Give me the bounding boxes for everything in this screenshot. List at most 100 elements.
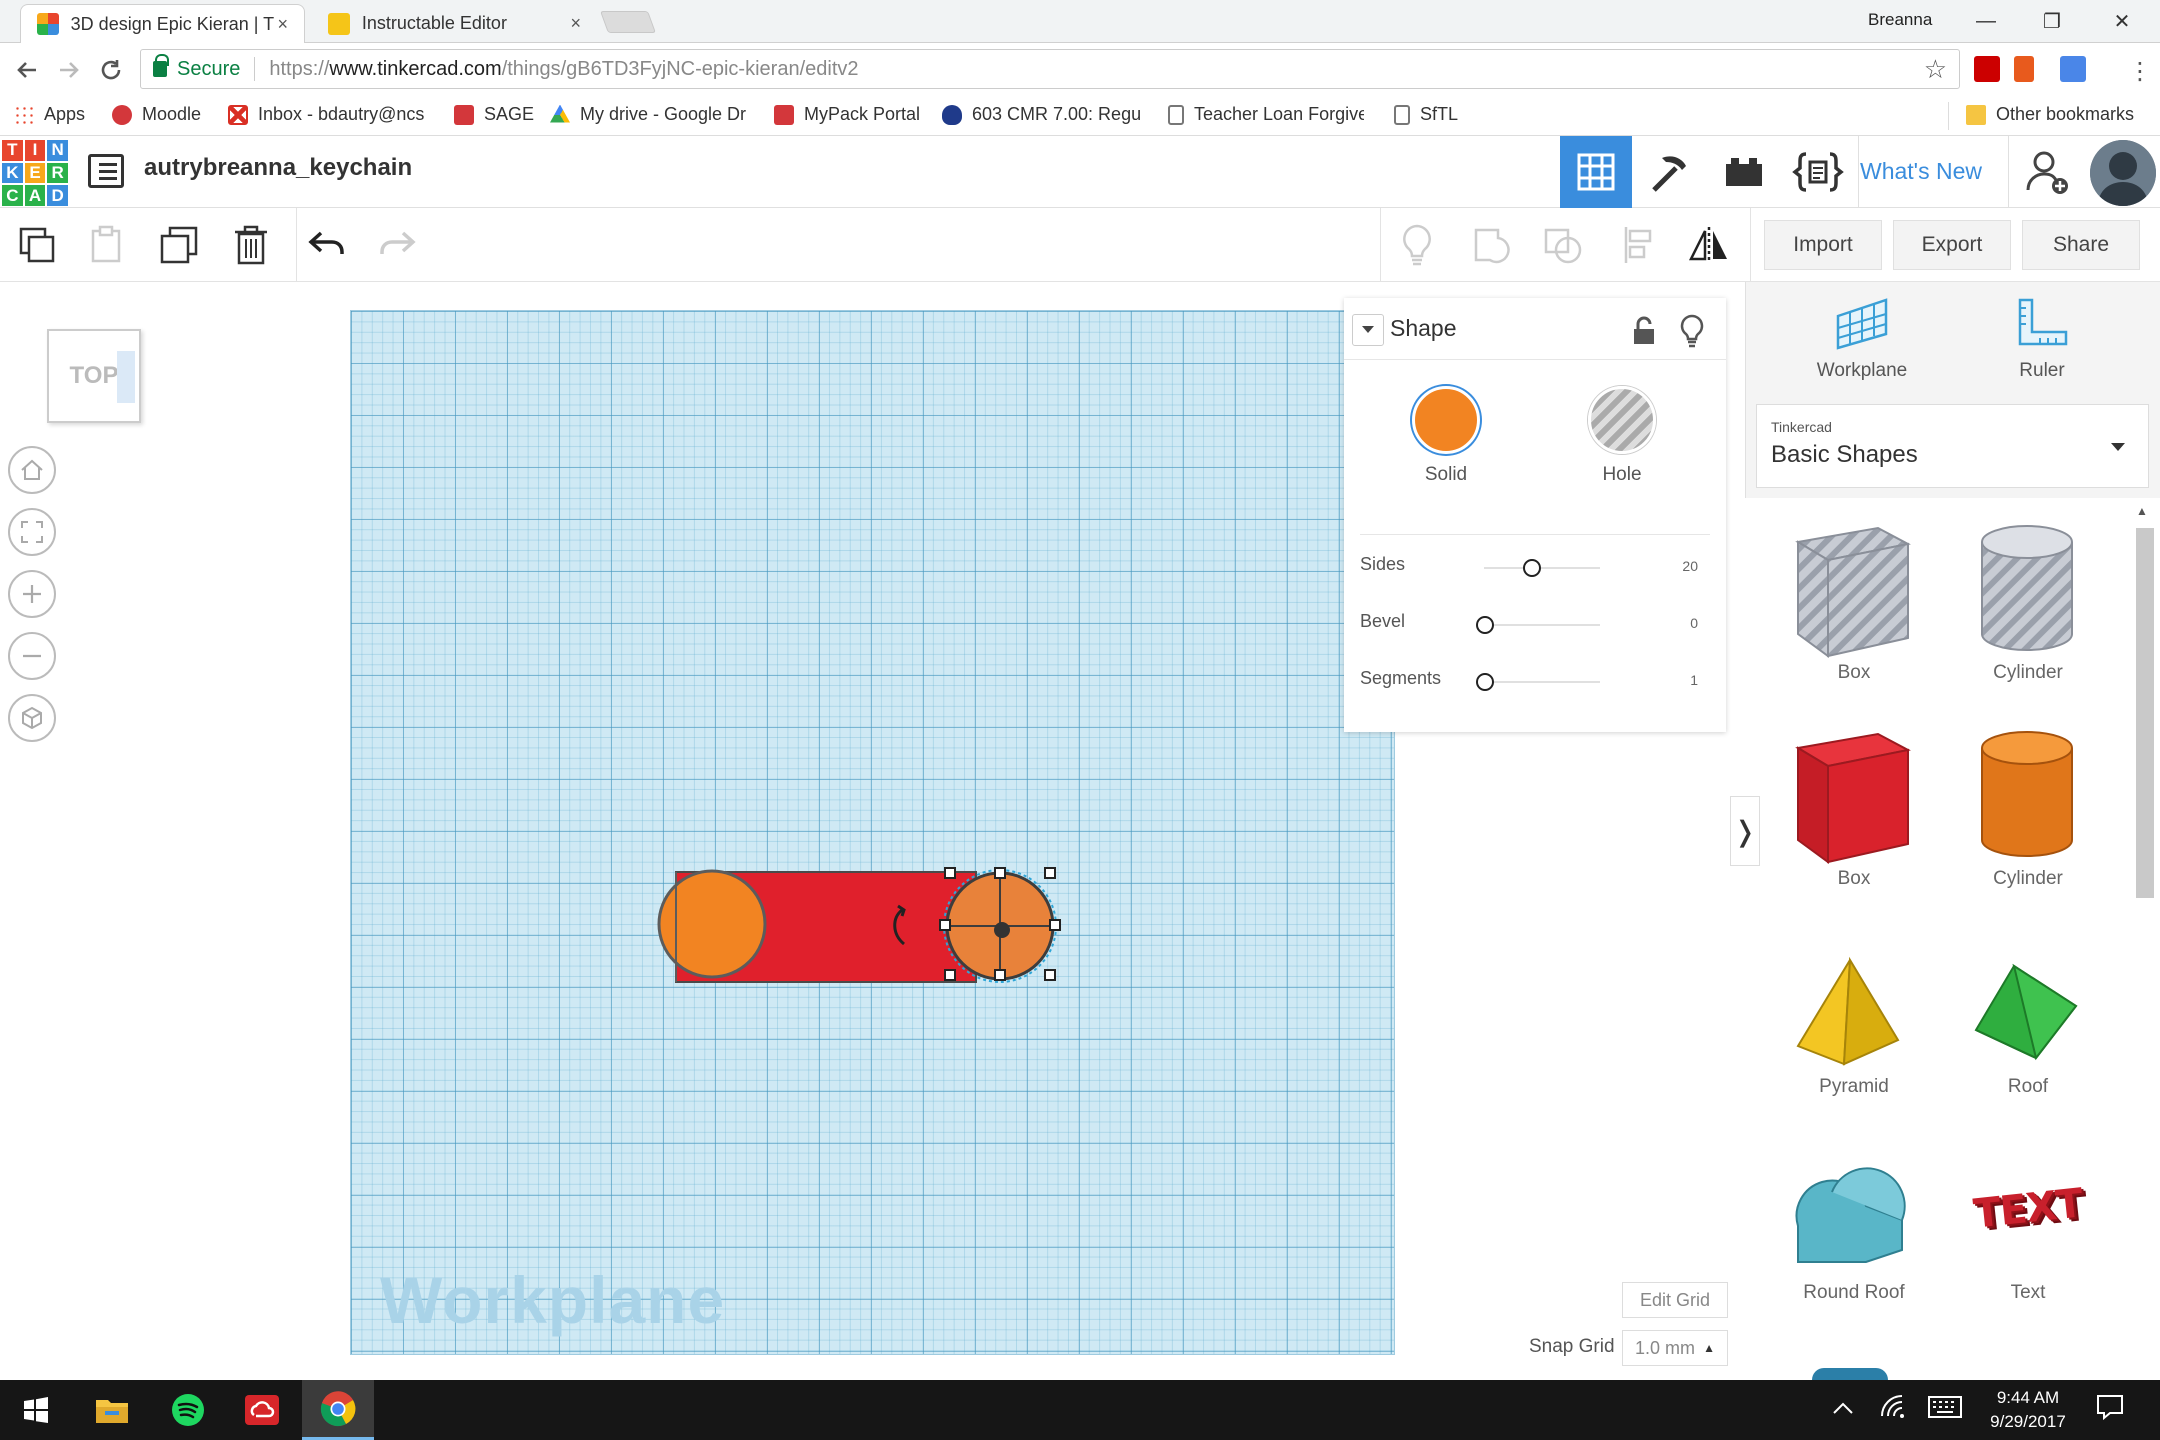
tinkercad-logo[interactable]: TIN KER CAD <box>2 140 68 206</box>
ungroup-button[interactable] <box>1538 220 1588 270</box>
bookmark-google-drive[interactable]: My drive - Google Dr <box>550 104 748 125</box>
design-shapes[interactable] <box>640 850 1080 1010</box>
network-button[interactable] <box>1880 1394 1906 1424</box>
other-bookmarks[interactable]: Other bookmarks <box>1966 104 2134 125</box>
param-slider-track[interactable] <box>1484 624 1600 626</box>
solid-option[interactable] <box>1412 386 1480 454</box>
redo-button[interactable] <box>372 220 422 270</box>
collapse-panel-button[interactable]: ❭ <box>1730 796 1760 866</box>
copy-button[interactable] <box>12 220 62 270</box>
forward-button[interactable] <box>52 53 86 87</box>
snap-grid-select[interactable]: 1.0 mm ▲ <box>1622 1330 1728 1366</box>
bookmark-sftl[interactable]: SfTL <box>1394 104 1458 125</box>
tab-close-icon[interactable]: × <box>277 14 288 35</box>
shape-tile-text[interactable]: TEXT <box>1969 1168 2088 1249</box>
shape-tile-box[interactable] <box>1784 726 1918 871</box>
minimize-button[interactable]: — <box>1958 6 2014 36</box>
avatar[interactable] <box>2090 140 2156 206</box>
shape-library-select[interactable]: Tinkercad Basic Shapes <box>1756 404 2149 488</box>
param-slider-track[interactable] <box>1484 567 1600 569</box>
tab-instructable-editor[interactable]: Instructable Editor × <box>312 4 597 43</box>
spotify-button[interactable] <box>152 1380 224 1440</box>
lock-shape-button[interactable] <box>1632 316 1656 351</box>
hole-option[interactable] <box>1588 386 1656 454</box>
new-tab-button[interactable] <box>599 11 657 33</box>
share-button[interactable]: Share <box>2022 220 2140 270</box>
align-button[interactable] <box>1614 220 1664 270</box>
left-cylinder-shape[interactable] <box>657 869 767 979</box>
chrome-profile-name[interactable]: Breanna <box>1868 10 1932 30</box>
workplane-grid[interactable] <box>350 310 1395 1355</box>
export-button[interactable]: Export <box>1893 220 2011 270</box>
touch-keyboard-button[interactable] <box>1928 1396 1962 1424</box>
param-value[interactable]: 1 <box>1658 672 1698 688</box>
param-slider-knob[interactable] <box>1476 673 1494 691</box>
home-view-button[interactable] <box>8 446 56 494</box>
workplane-tool-button[interactable] <box>1834 296 1890 357</box>
bookmark-603-cmr[interactable]: 603 CMR 7.00: Regula <box>942 104 1142 125</box>
duplicate-button[interactable] <box>154 220 204 270</box>
show-hidden-icons-button[interactable] <box>1832 1398 1854 1421</box>
param-slider-knob[interactable] <box>1523 559 1542 577</box>
shape-tile-round-roof[interactable] <box>1794 1166 1906 1271</box>
file-explorer-button[interactable] <box>76 1380 148 1440</box>
office-extension-icon[interactable] <box>2014 56 2034 82</box>
add-user-button[interactable] <box>2012 136 2084 208</box>
shape-tile-cylinder[interactable] <box>1972 726 2082 871</box>
codeblocks-view-button[interactable] <box>1782 136 1854 208</box>
ruler-tool-button[interactable] <box>2014 296 2070 357</box>
scroll-up-icon[interactable]: ▲ <box>2136 504 2148 518</box>
edit-grid-button[interactable]: Edit Grid <box>1622 1282 1728 1318</box>
param-value[interactable]: 20 <box>1658 558 1698 574</box>
chrome-taskbar-button[interactable] <box>302 1380 374 1440</box>
paste-button[interactable] <box>82 220 132 270</box>
creative-cloud-button[interactable] <box>226 1380 298 1440</box>
blocks-view-button[interactable] <box>1634 136 1706 208</box>
shape-tile-box-hole[interactable] <box>1784 520 1918 665</box>
center-handle[interactable] <box>994 922 1010 938</box>
group-button[interactable] <box>1466 220 1516 270</box>
restore-button[interactable]: ❐ <box>2024 6 2080 36</box>
bookmark-mypack[interactable]: MyPack Portal <box>774 104 920 125</box>
param-slider-knob[interactable] <box>1476 616 1494 634</box>
system-clock[interactable]: 9:44 AM 9/29/2017 <box>1958 1386 2098 1434</box>
shapes-scrollbar[interactable] <box>2136 528 2154 898</box>
design-name[interactable]: autrybreanna_keychain <box>144 154 412 182</box>
delete-button[interactable] <box>226 220 276 270</box>
secure-indicator[interactable]: Secure <box>153 54 240 81</box>
zoom-in-button[interactable] <box>8 570 56 618</box>
hole-swatch[interactable] <box>1588 386 1656 454</box>
perspective-button[interactable] <box>8 694 56 742</box>
tab-close-icon[interactable]: × <box>570 13 581 34</box>
shape-tile-cylinder-hole[interactable] <box>1972 520 2082 665</box>
notes-button[interactable] <box>1392 220 1442 270</box>
shape-tile-pyramid[interactable] <box>1790 956 1910 1081</box>
bookmark-sage[interactable]: SAGE <box>454 104 534 125</box>
close-window-button[interactable]: ✕ <box>2094 6 2150 36</box>
bookmark-moodle[interactable]: Moodle <box>112 104 201 125</box>
reload-button[interactable] <box>94 53 128 87</box>
zoom-out-button[interactable] <box>8 632 56 680</box>
param-slider-track[interactable] <box>1484 681 1600 683</box>
mirror-button[interactable] <box>1684 220 1734 270</box>
chrome-menu-icon[interactable]: ⋮ <box>2128 57 2152 86</box>
3d-design-view-button[interactable] <box>1560 136 1632 208</box>
bookmark-star-icon[interactable]: ☆ <box>1924 54 1947 85</box>
solid-color-swatch[interactable] <box>1412 386 1480 454</box>
hide-shape-button[interactable] <box>1680 314 1704 353</box>
bookmark-apps[interactable]: Apps <box>14 104 85 125</box>
bookmark-inbox[interactable]: Inbox - bdautry@ncs <box>228 104 428 125</box>
shape-tile-roof[interactable] <box>1970 960 2082 1075</box>
action-center-button[interactable] <box>2096 1394 2124 1426</box>
tab-tinkercad[interactable]: 3D design Epic Kieran | T × <box>20 4 305 43</box>
bookmark-teacher-loan[interactable]: Teacher Loan Forgive <box>1168 104 1364 125</box>
acrobat-extension-icon[interactable] <box>1974 56 2000 82</box>
bricks-view-button[interactable] <box>1708 136 1780 208</box>
back-button[interactable] <box>10 53 44 87</box>
undo-button[interactable] <box>302 220 352 270</box>
import-button[interactable]: Import <box>1764 220 1882 270</box>
docs-extension-icon[interactable] <box>2060 56 2086 82</box>
view-cube[interactable]: TOP <box>47 329 141 423</box>
collapse-inspector-button[interactable] <box>1352 314 1384 346</box>
param-value[interactable]: 0 <box>1658 615 1698 631</box>
